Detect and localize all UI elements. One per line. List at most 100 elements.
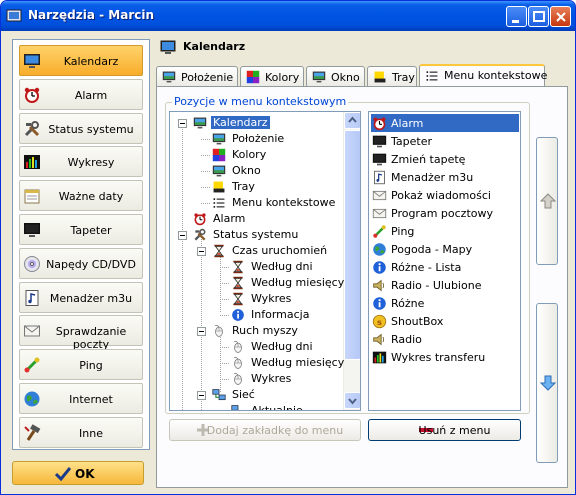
tab-menu-kontekstowe[interactable]: Menu kontekstowe	[419, 64, 548, 87]
mouse-icon	[214, 324, 223, 337]
bar-chart-icon	[24, 155, 40, 170]
remove-from-menu-button[interactable]: Usuń z menu	[368, 419, 521, 441]
sidebar-item-sprawdzanie-poczty[interactable]: Sprawdzanie poczty	[19, 315, 143, 351]
sidebar-item-ping[interactable]: Ping	[19, 349, 143, 381]
scroll-up-button[interactable]	[344, 112, 360, 129]
page-title: Kalendarz	[183, 40, 246, 53]
scroll-up-icon	[348, 116, 357, 123]
bar-chart-icon	[372, 351, 387, 364]
mouse-icon	[233, 372, 242, 385]
sidebar-item-label: Kalendarz	[63, 55, 119, 68]
tree-connector	[201, 236, 202, 410]
add-button-label: Dodaj zakładkę do menu	[206, 424, 344, 437]
list-item[interactable]: Alarm	[371, 114, 519, 132]
list-item[interactable]: Wykres transferu	[371, 348, 519, 366]
tree-collapse-toggle[interactable]	[197, 391, 206, 400]
sidebar-item-internet[interactable]: Internet	[19, 383, 143, 414]
title-bar[interactable]: Narzędzia - Marcin	[1, 1, 575, 31]
sidebar-item-label: Ważne daty	[58, 190, 124, 204]
sidebar-item-label: Status systemu	[48, 122, 134, 136]
sidebar-item-label: Menadżer m3u	[49, 291, 133, 305]
list-item[interactable]: Ping	[371, 222, 519, 240]
list-item[interactable]: Radio - Ulubione	[371, 276, 519, 294]
scroll-down-button[interactable]	[344, 392, 360, 409]
sidebar-item-menadżer-m3u[interactable]: Menadżer m3u	[19, 281, 143, 313]
sidebar-item-kalendarz[interactable]: Kalendarz	[19, 45, 143, 76]
hourglass-icon	[233, 276, 243, 290]
sidebar-item-ważne-daty[interactable]: Ważne daty	[19, 180, 143, 212]
tree-connector	[220, 252, 221, 312]
list-item[interactable]: s ShoutBox	[371, 312, 519, 330]
move-down-button[interactable]	[536, 303, 558, 463]
tree-collapse-toggle[interactable]	[178, 231, 187, 240]
list-item-label: Pokaż wiadomości	[391, 189, 491, 202]
music-file-icon	[25, 289, 39, 306]
list-item[interactable]: Zmień tapetę	[371, 150, 519, 168]
sidebar-item-status-systemu[interactable]: Status systemu	[19, 112, 143, 144]
list-item[interactable]: Tapeter	[371, 132, 519, 150]
arrow-up-icon	[539, 193, 557, 209]
close-icon	[556, 12, 566, 22]
tab-położenie[interactable]: Położenie	[156, 66, 238, 86]
tree-item-label: Kalendarz	[211, 116, 270, 129]
info-icon	[373, 297, 386, 310]
list-item[interactable]: Program pocztowy	[371, 204, 519, 222]
sidebar-item-wykresy[interactable]: Wykresy	[19, 146, 143, 178]
tree-item-label: Kolory	[232, 148, 267, 161]
sidebar-item-inne[interactable]: Inne	[19, 416, 143, 448]
tab-page-menu-kontekstowe: Pozycje w menu kontekstowym Kalendarz Poł…	[156, 86, 568, 488]
list-item[interactable]: Menadżer m3u	[371, 168, 519, 186]
calendar-page-icon	[24, 189, 40, 204]
tree-item-label: Informacja	[251, 308, 310, 321]
window-body: Kalendarz Alarm Status systemu Wykresy Ważne…	[4, 31, 572, 492]
tree-connector	[220, 379, 229, 380]
tree-item-label: Położenie	[232, 132, 285, 145]
speaker-icon	[373, 333, 385, 346]
scroll-thumb[interactable]	[344, 130, 360, 360]
tree-connector	[220, 347, 229, 348]
available-items-list[interactable]: Alarm Tapeter Zmień tapetę Menadżer m3u Poka…	[368, 111, 521, 411]
tree-connector	[201, 187, 210, 188]
maximize-icon	[533, 11, 545, 22]
tab-kolory[interactable]: Kolory	[240, 66, 304, 86]
remove-button-label: Usuń z menu	[418, 424, 491, 437]
sidebar-item-napędy-cd-dvd[interactable]: Napędy CD/DVD	[19, 247, 143, 279]
globe-icon	[373, 243, 386, 256]
list-item[interactable]: Różne	[371, 294, 519, 312]
category-sidebar: Kalendarz Alarm Status systemu Wykresy Ważne…	[12, 39, 150, 450]
sidebar-item-alarm[interactable]: Alarm	[19, 78, 143, 110]
list-item-label: Tapeter	[391, 135, 432, 148]
tab-okno[interactable]: Okno	[306, 66, 365, 86]
tree-collapse-toggle[interactable]	[197, 327, 206, 336]
tab-label: Położenie	[181, 71, 234, 84]
tree-collapse-toggle[interactable]	[197, 247, 206, 256]
list-item[interactable]: Pogoda - Mapy	[371, 240, 519, 258]
sidebar-item-tapeter[interactable]: Tapeter	[19, 214, 143, 245]
tree-item-label: Menu kontekstowe	[232, 196, 336, 209]
tree-collapse-toggle[interactable]	[178, 119, 187, 128]
tree-connector	[201, 139, 210, 140]
music-file-icon	[374, 170, 385, 185]
tree-item-label: Według miesięcy	[251, 276, 345, 289]
move-up-button[interactable]	[536, 137, 558, 265]
close-button[interactable]	[550, 6, 571, 27]
menu-list-icon	[213, 198, 225, 208]
tab-label: Kolory	[265, 71, 300, 84]
list-item-label: Menadżer m3u	[391, 171, 474, 184]
list-item-label: Program pocztowy	[391, 207, 493, 220]
add-tab-to-menu-button[interactable]: Dodaj zakładkę do menu	[169, 419, 361, 441]
tab-tray[interactable]: Tray	[367, 66, 417, 86]
tree-connector	[220, 299, 229, 300]
ok-button[interactable]: OK	[12, 461, 144, 485]
menu-tree[interactable]: Kalendarz Położenie Kolory Okno Tray Menu kon…	[169, 111, 361, 411]
list-item[interactable]: Różne - Lista	[371, 258, 519, 276]
maximize-button[interactable]	[528, 6, 549, 27]
list-item-label: Zmień tapetę	[391, 153, 466, 166]
list-item[interactable]: Pokaż wiadomości	[371, 186, 519, 204]
tree-item-label: Wykres	[251, 292, 292, 305]
tab-label: Menu kontekstowe	[444, 69, 548, 82]
list-item[interactable]: Radio	[371, 330, 519, 348]
alarm-clock-icon	[373, 117, 386, 131]
minimize-button[interactable]	[506, 6, 527, 27]
shoutbox-icon: s	[372, 314, 387, 329]
